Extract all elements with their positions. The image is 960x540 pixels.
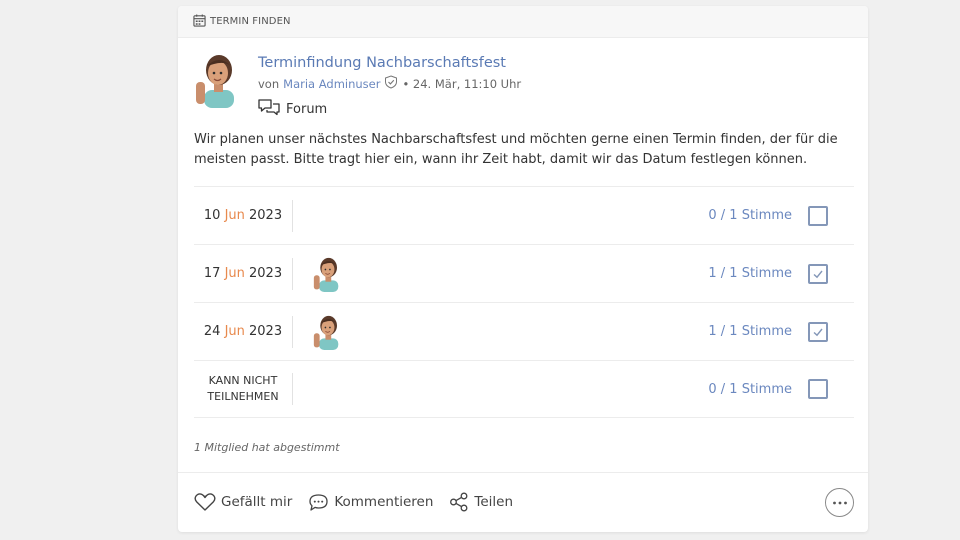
comment-label: Kommentieren (334, 494, 434, 510)
poll-summary: 1 Mitglied hat abgestimmt (194, 441, 340, 454)
voter-avatar[interactable] (311, 256, 345, 292)
author-avatar[interactable] (192, 52, 244, 108)
poll-option-row: 24 Jun 2023 1 / 1 Stimme (194, 302, 854, 360)
option-checkbox[interactable] (808, 379, 828, 399)
space-link[interactable]: Forum (258, 98, 521, 120)
post-title[interactable]: Terminfindung Nachbarschaftsfest (258, 55, 521, 71)
post-timestamp: • 24. Mär, 11:10 Uhr (402, 76, 522, 91)
option-checkbox[interactable] (808, 263, 828, 284)
like-label: Gefällt mir (221, 494, 293, 510)
share-icon (450, 492, 468, 512)
option-vote-count[interactable]: 1 / 1 Stimme (708, 324, 792, 339)
poll-post-card: TERMIN FINDEN Terminfindung Nachbarschaf… (178, 6, 868, 532)
post-meta: von Maria Adminuser • 24. Mär, 11:10 Uhr (258, 75, 521, 92)
option-cannot-attend: KANN NICHT TEILNEHMEN (194, 373, 293, 405)
poll-option-row: KANN NICHT TEILNEHMEN 0 / 1 Stimme (194, 360, 854, 418)
card-header: TERMIN FINDEN (178, 6, 868, 38)
divider (178, 472, 868, 473)
shield-check-icon (384, 75, 398, 92)
space-name: Forum (286, 101, 328, 117)
calendar-icon (193, 13, 210, 30)
heart-icon (194, 493, 216, 511)
poll-options: 10 Jun 2023 0 / 1 Stimme 17 Jun 2023 1 /… (194, 186, 854, 418)
option-vote-count[interactable]: 1 / 1 Stimme (708, 266, 792, 281)
chat-bubbles-icon (258, 98, 280, 120)
post-body: Wir planen unser nächstes Nachbarschafts… (194, 132, 838, 167)
option-date: 10 Jun 2023 (194, 199, 293, 232)
option-checkbox[interactable] (808, 321, 828, 342)
more-options-button[interactable] (825, 488, 854, 517)
option-date: 17 Jun 2023 (194, 257, 293, 290)
action-bar: Gefällt mir Kommentieren Teilen (194, 492, 529, 512)
share-button[interactable]: Teilen (449, 492, 513, 512)
like-button[interactable]: Gefällt mir (194, 492, 292, 512)
option-voters (311, 314, 345, 350)
voter-avatar[interactable] (311, 314, 345, 350)
post-header: Terminfindung Nachbarschaftsfest von Mar… (192, 52, 521, 120)
option-date: 24 Jun 2023 (194, 315, 293, 348)
option-checkbox[interactable] (808, 205, 828, 226)
speech-bubble-icon (309, 493, 328, 511)
checkmark-icon (813, 270, 823, 278)
poll-option-row: 10 Jun 2023 0 / 1 Stimme (194, 186, 854, 244)
ellipsis-icon (832, 501, 847, 504)
comment-button[interactable]: Kommentieren (308, 493, 433, 512)
checkmark-icon (813, 328, 823, 336)
by-prefix: von (258, 76, 280, 91)
option-vote-count[interactable]: 0 / 1 Stimme (708, 208, 792, 223)
option-vote-count[interactable]: 0 / 1 Stimme (708, 382, 792, 397)
share-label: Teilen (474, 494, 514, 510)
card-header-label: TERMIN FINDEN (210, 16, 291, 27)
poll-option-row: 17 Jun 2023 1 / 1 Stimme (194, 244, 854, 302)
option-voters (311, 256, 345, 292)
author-link[interactable]: Maria Adminuser (283, 77, 380, 91)
